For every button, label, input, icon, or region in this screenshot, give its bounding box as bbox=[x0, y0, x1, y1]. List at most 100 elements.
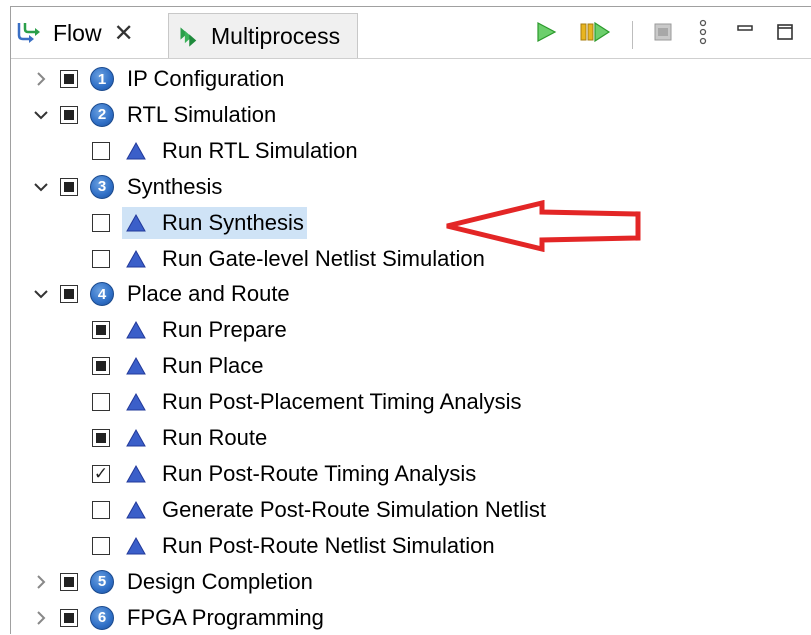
tree-group-5[interactable]: 5 Design Completion bbox=[60, 565, 316, 599]
tree-task-item[interactable]: Run Route bbox=[92, 421, 270, 455]
task-triangle-icon bbox=[126, 428, 146, 447]
maximize-icon bbox=[777, 24, 793, 40]
task-checkbox[interactable]: ✓ bbox=[92, 464, 110, 483]
tree-group-label: FPGA Programming bbox=[127, 604, 324, 630]
tree-group-label: Place and Route bbox=[127, 281, 290, 307]
tree-group-2[interactable]: 2 RTL Simulation bbox=[60, 98, 279, 132]
task-triangle-icon bbox=[126, 500, 146, 519]
play-icon bbox=[537, 22, 557, 42]
tree-group-label: IP Configuration bbox=[127, 66, 285, 91]
tree-task-label: Run Synthesis bbox=[162, 209, 304, 235]
chevron-down-icon[interactable] bbox=[32, 285, 50, 303]
stop-icon bbox=[654, 23, 672, 41]
tree-group-label: RTL Simulation bbox=[127, 101, 277, 127]
task-triangle-icon bbox=[126, 464, 146, 483]
tab-bar: Flow ✕ Multiprocess bbox=[11, 7, 811, 59]
kebab-menu-icon bbox=[699, 19, 707, 45]
task-label-wrap: Run RTL Simulation bbox=[122, 135, 361, 167]
group-checkbox[interactable] bbox=[60, 105, 78, 124]
task-checkbox[interactable] bbox=[92, 500, 110, 519]
chevron-right-icon[interactable] bbox=[32, 70, 50, 88]
task-label-wrap: Run Synthesis bbox=[122, 206, 307, 239]
resume-icon bbox=[580, 21, 611, 43]
tab-divider bbox=[11, 58, 811, 59]
tab-flow[interactable]: Flow ✕ bbox=[11, 7, 168, 59]
tree-task-label: Run Post-Route Netlist Simulation bbox=[162, 532, 495, 558]
task-triangle-icon bbox=[126, 357, 146, 375]
step-number-badge: 6 bbox=[90, 605, 114, 630]
group-checkbox[interactable] bbox=[60, 70, 78, 88]
tree-task-item[interactable]: Run Gate-level Netlist Simulation bbox=[92, 242, 488, 276]
tree-task-label: Run Place bbox=[162, 353, 264, 379]
tree-group-6[interactable]: 6 FPGA Programming bbox=[60, 601, 327, 635]
task-triangle-icon bbox=[126, 213, 146, 232]
task-label-wrap: Run Gate-level Netlist Simulation bbox=[122, 243, 488, 275]
tree-task-label: Run Gate-level Netlist Simulation bbox=[162, 245, 485, 271]
step-number-badge: 2 bbox=[90, 102, 114, 127]
tree-task-item[interactable]: Run Synthesis bbox=[92, 206, 307, 240]
tree-task-item[interactable]: Run Post-Route Netlist Simulation bbox=[92, 529, 498, 563]
task-checkbox[interactable] bbox=[92, 393, 110, 412]
minimize-button[interactable] bbox=[733, 17, 757, 47]
tab-multiprocess[interactable]: Multiprocess bbox=[168, 13, 358, 59]
tree-group-1[interactable]: 1 IP Configuration bbox=[60, 62, 287, 96]
minimize-icon bbox=[737, 25, 753, 31]
task-label-wrap: Run Route bbox=[122, 422, 270, 454]
tree-task-label: Run Prepare bbox=[162, 317, 287, 343]
view-menu-button[interactable] bbox=[693, 17, 713, 47]
task-checkbox[interactable] bbox=[92, 536, 110, 555]
task-label-wrap: Run Post-Route Netlist Simulation bbox=[122, 530, 498, 562]
tree-task-item[interactable]: ✓ Run Post-Route Timing Analysis bbox=[92, 457, 479, 491]
group-checkbox[interactable] bbox=[60, 177, 78, 196]
tree-group-3[interactable]: 3 Synthesis bbox=[60, 170, 225, 204]
tree-task-label: Run Route bbox=[162, 425, 268, 450]
stop-button[interactable] bbox=[649, 17, 677, 47]
close-icon[interactable]: ✕ bbox=[114, 19, 134, 48]
step-number-badge: 1 bbox=[90, 67, 114, 91]
task-checkbox[interactable] bbox=[92, 249, 110, 268]
toolbar-separator bbox=[632, 21, 633, 49]
step-number-badge: 3 bbox=[90, 174, 114, 199]
task-checkbox[interactable] bbox=[92, 213, 110, 232]
step-number-badge: 4 bbox=[90, 282, 114, 307]
task-triangle-icon bbox=[126, 393, 146, 411]
tree-task-label: Generate Post-Route Simulation Netlist bbox=[162, 496, 546, 522]
tree-task-item[interactable]: Run Prepare bbox=[92, 313, 290, 347]
tab-multiprocess-label: Multiprocess bbox=[211, 23, 341, 49]
task-triangle-icon bbox=[126, 321, 146, 339]
task-label-wrap: Generate Post-Route Simulation Netlist bbox=[122, 494, 549, 526]
group-checkbox[interactable] bbox=[60, 572, 78, 591]
task-checkbox[interactable] bbox=[92, 141, 110, 160]
task-label-wrap: Run Post-Placement Timing Analysis bbox=[122, 386, 525, 418]
tree-task-item[interactable]: Run Place bbox=[92, 349, 267, 383]
chevron-down-icon[interactable] bbox=[32, 106, 50, 124]
tree-group-4[interactable]: 4 Place and Route bbox=[60, 277, 293, 311]
multiprocess-icon bbox=[180, 26, 197, 47]
group-checkbox[interactable] bbox=[60, 285, 78, 304]
run-from-button[interactable] bbox=[576, 17, 614, 47]
tree-group-label: Design Completion bbox=[127, 568, 313, 594]
tree-task-item[interactable]: Run Post-Placement Timing Analysis bbox=[92, 385, 525, 419]
tree-group-label: Synthesis bbox=[127, 173, 223, 199]
task-checkbox[interactable] bbox=[92, 321, 110, 340]
annotation-arrow bbox=[446, 200, 641, 252]
tree-task-item[interactable]: Run RTL Simulation bbox=[92, 134, 361, 168]
tree-task-label: Run Post-Placement Timing Analysis bbox=[162, 389, 522, 415]
chevron-down-icon[interactable] bbox=[32, 178, 50, 196]
tree-task-label: Run RTL Simulation bbox=[162, 137, 358, 163]
task-triangle-icon bbox=[126, 536, 146, 555]
chevron-right-icon[interactable] bbox=[32, 573, 50, 591]
task-triangle-icon bbox=[126, 141, 146, 160]
task-label-wrap: Run Place bbox=[122, 350, 267, 382]
tab-flow-label: Flow bbox=[53, 19, 102, 46]
task-triangle-icon bbox=[126, 249, 146, 267]
task-label-wrap: Run Post-Route Timing Analysis bbox=[122, 458, 479, 490]
group-checkbox[interactable] bbox=[60, 608, 78, 627]
task-label-wrap: Run Prepare bbox=[122, 314, 290, 346]
run-button[interactable] bbox=[531, 17, 561, 47]
task-checkbox[interactable] bbox=[92, 429, 110, 447]
tree-task-item[interactable]: Generate Post-Route Simulation Netlist bbox=[92, 493, 549, 527]
task-checkbox[interactable] bbox=[92, 357, 110, 376]
chevron-right-icon[interactable] bbox=[32, 609, 50, 627]
maximize-button[interactable] bbox=[773, 17, 797, 47]
